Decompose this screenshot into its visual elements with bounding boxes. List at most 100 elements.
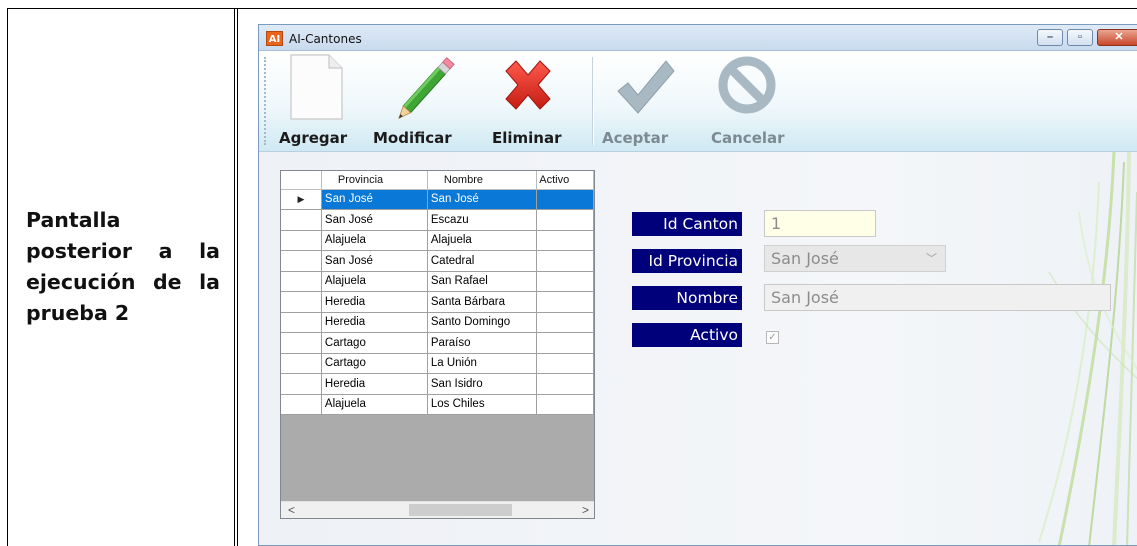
cell-provincia[interactable]: Cartago (321, 332, 428, 354)
cell-activo[interactable] (536, 394, 594, 415)
cell-activo[interactable] (536, 291, 594, 313)
nombre-field[interactable]: San José (764, 284, 1111, 311)
app-logo-icon: AI (266, 31, 283, 46)
close-button[interactable]: ✕ (1097, 29, 1137, 46)
pencil-icon (398, 57, 455, 119)
id-provincia-select[interactable]: San José ﹀ (764, 245, 946, 272)
row-header[interactable]: ▶ (281, 189, 322, 210)
table-row[interactable]: San José Escazu (281, 209, 594, 231)
cell-provincia[interactable]: Alajuela (321, 394, 428, 415)
cantones-grid[interactable]: Provincia Nombre Activo ▶ San José San Jos… (280, 170, 595, 519)
table-row[interactable]: Heredia Santa Bárbara (281, 291, 594, 313)
cell-activo[interactable] (536, 271, 594, 292)
cell-activo[interactable] (536, 189, 594, 210)
row-header[interactable] (281, 230, 322, 251)
cell-nombre[interactable]: Santa Bárbara (427, 291, 538, 313)
column-header-provincia[interactable]: Provincia (321, 171, 428, 190)
row-header[interactable] (281, 209, 322, 231)
cell-nombre[interactable]: Catedral (427, 250, 538, 272)
aceptar-label: Aceptar (602, 129, 669, 147)
row-header[interactable] (281, 291, 322, 313)
cell-nombre[interactable]: San José (427, 189, 538, 210)
cell-activo[interactable] (536, 312, 594, 333)
modificar-label: Modificar (373, 129, 452, 147)
cell-activo[interactable] (536, 332, 594, 354)
id-canton-label: Id Canton (632, 212, 742, 236)
agregar-button[interactable]: Agregar (279, 51, 359, 151)
title-bar: AI AI-Cantones – ▫ ✕ (259, 25, 1137, 51)
grid-corner-header[interactable] (281, 171, 322, 190)
modificar-button[interactable]: Modificar (373, 51, 473, 151)
agregar-label: Agregar (279, 129, 348, 147)
cell-activo[interactable] (536, 373, 594, 395)
table-row[interactable]: ▶ San José San José (281, 189, 594, 210)
cell-provincia[interactable]: Heredia (321, 312, 428, 333)
table-row[interactable]: Heredia San Isidro (281, 373, 594, 395)
table-row[interactable]: Alajuela San Rafael (281, 271, 594, 292)
test-description-text: Pantalla posterior a la ejecución de la … (26, 208, 220, 325)
row-header[interactable] (281, 332, 322, 354)
row-header[interactable] (281, 271, 322, 292)
new-document-icon (290, 54, 343, 120)
scroll-right-arrow[interactable]: > (577, 502, 594, 518)
chevron-down-icon: ﹀ (926, 252, 937, 265)
cell-nombre[interactable]: Paraíso (427, 332, 538, 354)
table-row[interactable]: Alajuela Alajuela (281, 230, 594, 251)
cell-nombre[interactable]: Escazu (427, 209, 538, 231)
activo-label: Activo (632, 323, 742, 347)
checkmark-icon (617, 60, 675, 114)
cell-nombre[interactable]: Santo Domingo (427, 312, 538, 333)
row-header[interactable] (281, 250, 322, 272)
cell-activo[interactable] (536, 353, 594, 374)
table-row[interactable]: Cartago La Unión (281, 353, 594, 374)
cell-nombre[interactable]: Alajuela (427, 230, 538, 251)
row-header[interactable] (281, 353, 322, 374)
maximize-button[interactable]: ▫ (1067, 29, 1093, 46)
checkmark-icon: ✓ (768, 332, 777, 343)
app-window: AI AI-Cantones – ▫ ✕ Agregar Modificar E… (258, 24, 1137, 546)
row-header[interactable] (281, 373, 322, 395)
scrollbar-thumb[interactable] (409, 504, 512, 516)
toolbar-separator (592, 57, 594, 145)
window-title: AI-Cantones (289, 32, 362, 46)
cell-provincia[interactable]: Alajuela (321, 230, 428, 251)
id-canton-field[interactable]: 1 (764, 210, 876, 237)
cell-activo[interactable] (536, 209, 594, 231)
cancelar-button[interactable]: Cancelar (707, 51, 787, 151)
cell-nombre[interactable]: La Unión (427, 353, 538, 374)
eliminar-label: Eliminar (492, 129, 562, 147)
cell-activo[interactable] (536, 250, 594, 272)
table-row[interactable]: Heredia Santo Domingo (281, 312, 594, 333)
cell-nombre[interactable]: San Rafael (427, 271, 538, 292)
id-provincia-value: San José (771, 249, 839, 268)
eliminar-button[interactable]: Eliminar (488, 51, 568, 151)
cell-provincia[interactable]: Cartago (321, 353, 428, 374)
table-row[interactable]: San José Catedral (281, 250, 594, 272)
table-row[interactable]: Cartago Paraíso (281, 332, 594, 354)
horizontal-scrollbar[interactable]: < > (281, 501, 594, 518)
row-header[interactable] (281, 312, 322, 333)
cell-activo[interactable] (536, 230, 594, 251)
cancel-circle-icon (718, 56, 776, 114)
row-header[interactable] (281, 394, 322, 415)
cell-provincia[interactable]: Heredia (321, 291, 428, 313)
scroll-left-arrow[interactable]: < (283, 502, 300, 518)
document-table-divider (234, 8, 238, 546)
red-x-icon (505, 60, 551, 110)
activo-checkbox[interactable]: ✓ (766, 331, 779, 344)
minimize-button[interactable]: – (1037, 29, 1063, 46)
cell-nombre[interactable]: Los Chiles (427, 394, 538, 415)
id-provincia-label: Id Provincia (632, 249, 742, 273)
cell-provincia[interactable]: Alajuela (321, 271, 428, 292)
cell-provincia[interactable]: San José (321, 250, 428, 272)
cell-provincia[interactable]: San José (321, 189, 428, 210)
column-header-activo[interactable]: Activo (536, 171, 594, 190)
table-row[interactable]: Alajuela Los Chiles (281, 394, 594, 415)
toolbar-grip[interactable] (264, 57, 267, 145)
column-header-nombre[interactable]: Nombre (427, 171, 538, 190)
cell-provincia[interactable]: San José (321, 209, 428, 231)
cancelar-label: Cancelar (711, 129, 785, 147)
cell-nombre[interactable]: San Isidro (427, 373, 538, 395)
aceptar-button[interactable]: Aceptar (600, 51, 680, 151)
cell-provincia[interactable]: Heredia (321, 373, 428, 395)
